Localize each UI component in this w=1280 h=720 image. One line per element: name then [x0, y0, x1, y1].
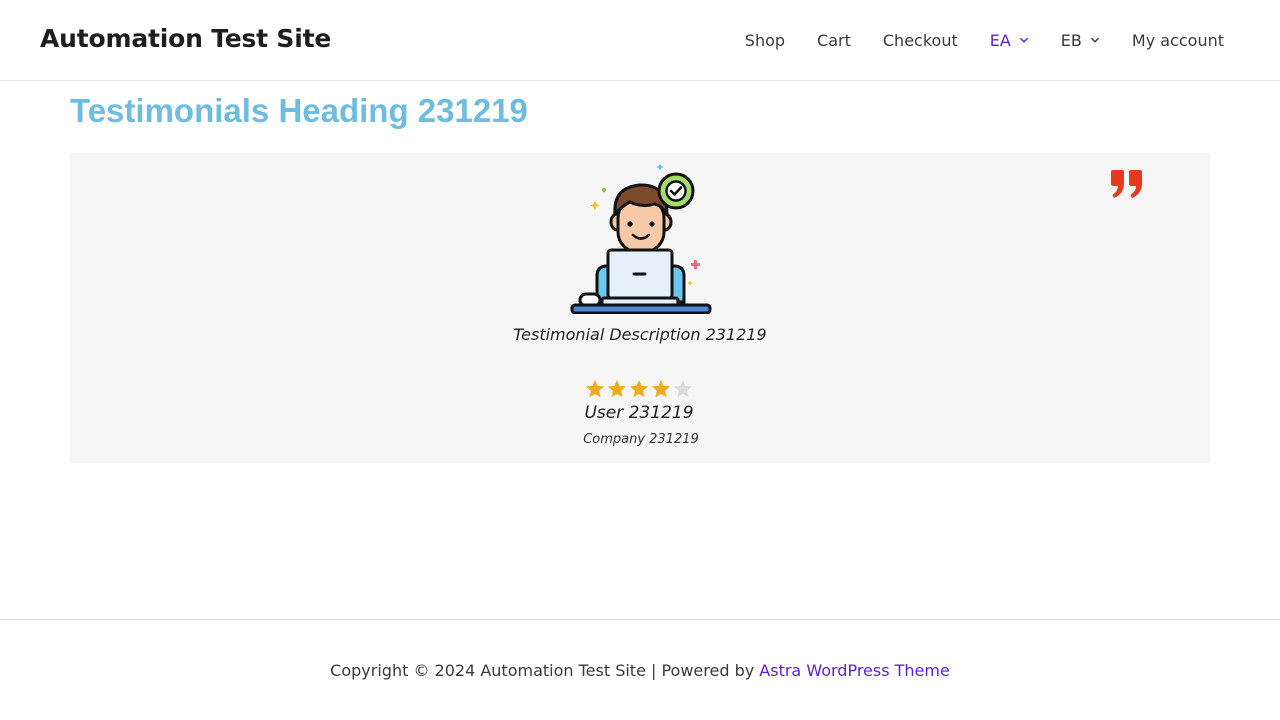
- star-filled-icon: [629, 379, 649, 398]
- star-filled-icon: [585, 379, 605, 398]
- nav-item-label: EA: [989, 30, 1011, 50]
- nav-item-my-account[interactable]: My account: [1116, 0, 1240, 80]
- nav-item-checkout[interactable]: Checkout: [867, 0, 974, 80]
- page-title: Testimonials Heading 231219: [70, 92, 528, 129]
- nav-item-label: Checkout: [882, 30, 958, 50]
- star-empty-icon: [673, 379, 693, 398]
- footer-copyright: Copyright © 2024 Automation Test Site | …: [0, 661, 1280, 680]
- testimonial-company: Company 231219: [583, 432, 699, 447]
- site-title-link[interactable]: Automation Test Site: [40, 24, 331, 53]
- chevron-down-icon[interactable]: [1019, 35, 1029, 45]
- footer-theme-link[interactable]: Astra WordPress Theme: [759, 661, 950, 680]
- site-footer: Copyright © 2024 Automation Test Site | …: [0, 619, 1280, 720]
- testimonial-user-name: User 231219: [584, 403, 694, 423]
- nav-item-eb[interactable]: EB: [1045, 0, 1116, 80]
- nav-item-ea[interactable]: EA: [974, 0, 1045, 80]
- site-header: Automation Test Site Shop Cart Checkout …: [0, 0, 1280, 81]
- star-filled-icon: [607, 379, 627, 398]
- main-navigation: Shop Cart Checkout EA EB My account: [729, 0, 1240, 80]
- nav-item-label: Cart: [817, 30, 851, 50]
- chevron-down-icon[interactable]: [1090, 35, 1100, 45]
- nav-item-label: Shop: [744, 30, 786, 50]
- testimonial-card: Testimonial Description 231219 User 2312…: [70, 153, 1210, 463]
- nav-item-shop[interactable]: Shop: [729, 0, 801, 80]
- nav-item-label: EB: [1060, 30, 1082, 50]
- nav-item-label: My account: [1131, 30, 1224, 50]
- footer-copyright-text: Copyright © 2024 Automation Test Site | …: [330, 661, 760, 680]
- testimonial-description: Testimonial Description 231219: [513, 325, 767, 344]
- star-rating: [585, 379, 693, 398]
- star-filled-icon: [651, 379, 671, 398]
- developer-avatar-icon: [570, 162, 712, 315]
- nav-item-cart[interactable]: Cart: [801, 0, 867, 80]
- quote-right-icon: [1110, 170, 1143, 198]
